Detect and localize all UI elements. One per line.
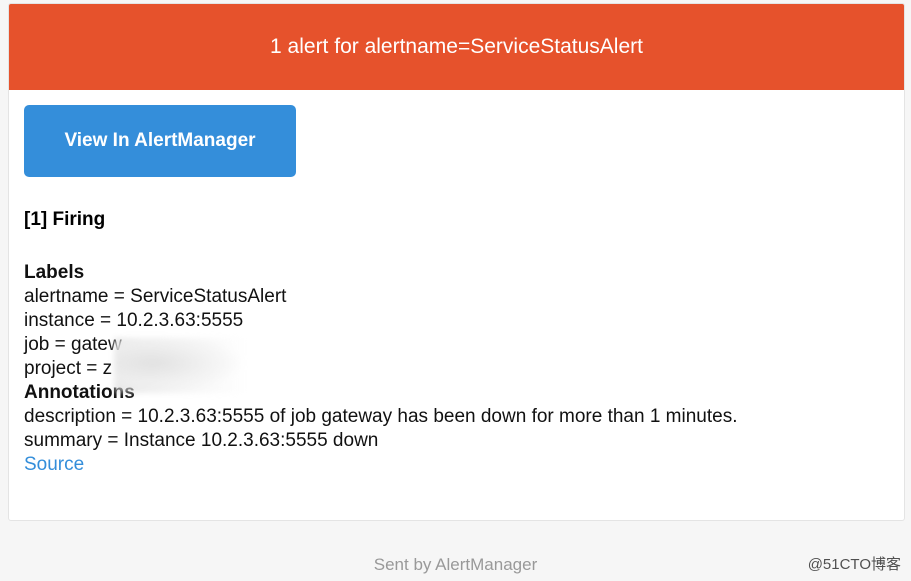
alert-body: View In AlertManager [1] Firing Labels a… xyxy=(9,90,904,477)
alert-card: 1 alert for alertname=ServiceStatusAlert… xyxy=(8,3,905,521)
redaction-blur xyxy=(114,338,244,393)
footer-sent-by: Sent by AlertManager xyxy=(373,555,538,574)
labels-title: Labels xyxy=(24,262,85,283)
source-link[interactable]: Source xyxy=(24,454,84,475)
label-instance: instance = 10.2.3.63:5555 xyxy=(24,310,244,331)
watermark: @51CTO博客 xyxy=(807,556,901,573)
view-in-alertmanager-button[interactable]: View In AlertManager xyxy=(24,105,296,177)
annotation-summary: summary = Instance 10.2.3.63:5555 down xyxy=(24,430,379,451)
firing-status: [1] Firing xyxy=(24,209,106,230)
alert-header: 1 alert for alertname=ServiceStatusAlert xyxy=(9,4,904,90)
label-alertname: alertname = ServiceStatusAlert xyxy=(24,286,287,307)
alert-title: 1 alert for alertname=ServiceStatusAlert xyxy=(270,35,643,58)
annotation-description: description = 10.2.3.63:5555 of job gate… xyxy=(24,406,738,427)
